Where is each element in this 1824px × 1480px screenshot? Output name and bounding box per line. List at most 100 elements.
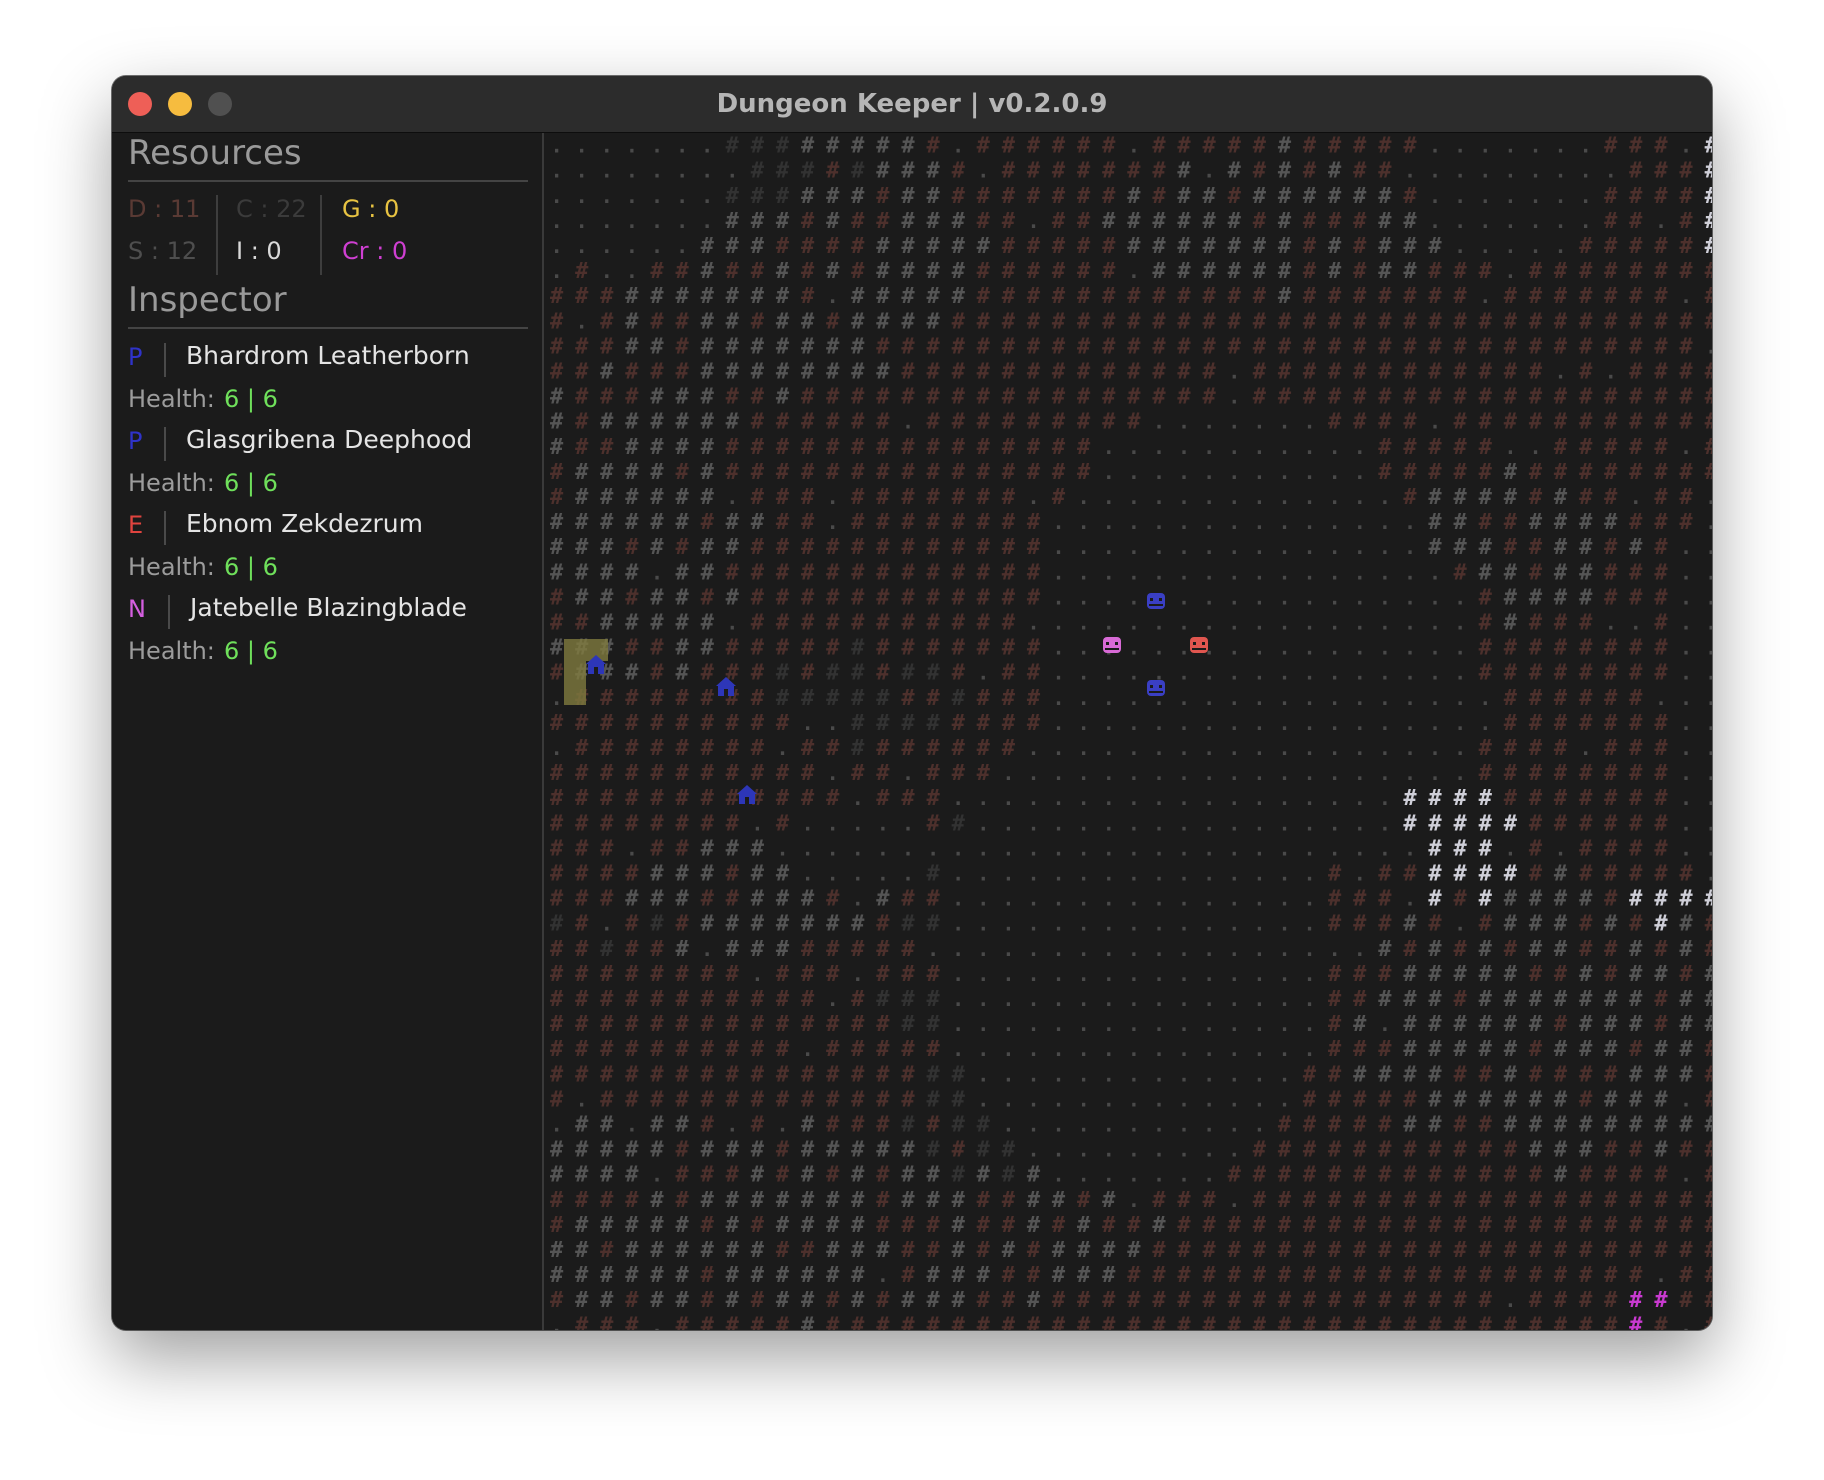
tile-floor[interactable]: .: [601, 912, 613, 936]
tile-dirt[interactable]: #: [1052, 485, 1066, 510]
tile-floor[interactable]: .: [1278, 535, 1290, 559]
tile-dirt[interactable]: #: [1529, 1288, 1543, 1313]
tile-floor[interactable]: .: [576, 184, 588, 208]
tile-floor[interactable]: .: [1203, 887, 1215, 911]
tile-dirt[interactable]: #: [1002, 1263, 1016, 1288]
tile-stone[interactable]: #: [901, 184, 915, 209]
tile-stone[interactable]: #: [1403, 962, 1417, 987]
tile-stone[interactable]: #: [1529, 585, 1543, 610]
tile-dirt[interactable]: #: [901, 1263, 915, 1288]
tile-dirt[interactable]: #: [1353, 1263, 1367, 1288]
tile-stone[interactable]: #: [701, 1238, 715, 1263]
tile-floor[interactable]: .: [626, 259, 638, 283]
tile-floor[interactable]: .: [1178, 836, 1190, 860]
tile-iron[interactable]: #: [1705, 134, 1712, 159]
tile-dirt[interactable]: #: [1504, 1263, 1518, 1288]
tile-stone[interactable]: #: [726, 1263, 740, 1288]
tile-floor[interactable]: .: [1278, 937, 1290, 961]
tile-floor[interactable]: .: [1002, 1037, 1014, 1061]
tile-stone[interactable]: #: [751, 1238, 765, 1263]
tile-dirt[interactable]: #: [1403, 410, 1417, 435]
tile-floor[interactable]: .: [1253, 862, 1265, 886]
tile-floor[interactable]: .: [1303, 912, 1315, 936]
tile-stone[interactable]: #: [550, 1238, 564, 1263]
tile-floor[interactable]: .: [1705, 862, 1712, 886]
tile-dirt[interactable]: #: [1604, 1138, 1618, 1163]
tile-floor[interactable]: .: [1103, 1163, 1115, 1187]
tile-dirt[interactable]: #: [1152, 284, 1166, 309]
tile-coal[interactable]: #: [926, 1138, 940, 1163]
tile-floor[interactable]: .: [1128, 585, 1140, 609]
tile-stone[interactable]: #: [675, 636, 689, 661]
tile-stone[interactable]: #: [650, 1263, 664, 1288]
tile-floor[interactable]: .: [1027, 1062, 1039, 1086]
tile-dirt[interactable]: #: [1428, 1313, 1442, 1330]
tile-stone[interactable]: #: [1604, 987, 1618, 1012]
tile-dirt[interactable]: #: [1253, 1213, 1267, 1238]
tile-dirt[interactable]: #: [1052, 435, 1066, 460]
tile-floor[interactable]: .: [1128, 435, 1140, 459]
tile-stone[interactable]: #: [901, 309, 915, 334]
tile-stone[interactable]: #: [675, 585, 689, 610]
tile-dirt[interactable]: #: [1077, 259, 1091, 284]
tile-dirt[interactable]: #: [851, 937, 865, 962]
tile-floor[interactable]: .: [1253, 560, 1265, 584]
tile-stone[interactable]: #: [625, 1213, 639, 1238]
tile-dirt[interactable]: #: [1529, 334, 1543, 359]
tile-stone[interactable]: #: [1479, 987, 1493, 1012]
tile-floor[interactable]: .: [1052, 786, 1064, 810]
tile-coal[interactable]: #: [952, 1087, 966, 1112]
tile-dirt[interactable]: #: [1504, 410, 1518, 435]
tile-dirt[interactable]: #: [1353, 385, 1367, 410]
tile-dirt[interactable]: #: [1228, 1238, 1242, 1263]
tile-floor[interactable]: .: [726, 485, 738, 509]
tile-dirt[interactable]: #: [1629, 636, 1643, 661]
tile-dirt[interactable]: #: [1579, 1087, 1593, 1112]
tile-floor[interactable]: .: [977, 1062, 989, 1086]
tile-floor[interactable]: .: [1680, 836, 1692, 860]
tile-stone[interactable]: #: [1579, 510, 1593, 535]
tile-dirt[interactable]: #: [550, 1188, 564, 1213]
tile-dirt[interactable]: #: [977, 510, 991, 535]
tile-dirt[interactable]: #: [550, 1213, 564, 1238]
tile-stone[interactable]: #: [926, 284, 940, 309]
tile-stone[interactable]: #: [926, 1263, 940, 1288]
tile-floor[interactable]: .: [1253, 937, 1265, 961]
tile-dirt[interactable]: #: [751, 1213, 765, 1238]
tile-dirt[interactable]: #: [1202, 1288, 1216, 1313]
tile-dirt[interactable]: #: [1604, 761, 1618, 786]
tile-floor[interactable]: .: [1379, 811, 1391, 835]
tile-floor[interactable]: .: [1178, 811, 1190, 835]
tile-stone[interactable]: #: [1403, 234, 1417, 259]
tile-stone[interactable]: #: [901, 284, 915, 309]
tile-stone[interactable]: #: [650, 284, 664, 309]
tile-stone[interactable]: #: [851, 1213, 865, 1238]
tile-dirt[interactable]: #: [1027, 134, 1041, 159]
tile-floor[interactable]: .: [1680, 636, 1692, 660]
tile-dirt[interactable]: #: [600, 836, 614, 861]
tile-dirt[interactable]: #: [1127, 1263, 1141, 1288]
tile-floor[interactable]: .: [1404, 535, 1416, 559]
tile-dirt[interactable]: #: [1579, 611, 1593, 636]
tile-dirt[interactable]: #: [1403, 460, 1417, 485]
tile-dirt[interactable]: #: [776, 1138, 790, 1163]
tile-dirt[interactable]: #: [675, 1163, 689, 1188]
tile-floor[interactable]: .: [1278, 636, 1290, 660]
tile-dirt[interactable]: #: [1002, 334, 1016, 359]
tile-stone[interactable]: #: [1629, 1113, 1643, 1138]
tile-dirt[interactable]: #: [1102, 159, 1116, 184]
tile-dirt[interactable]: #: [726, 1313, 740, 1330]
tile-dirt[interactable]: #: [1629, 510, 1643, 535]
tile-floor[interactable]: .: [1027, 1012, 1039, 1036]
tile-dirt[interactable]: #: [1579, 711, 1593, 736]
tile-floor[interactable]: .: [1052, 1012, 1064, 1036]
tile-stone[interactable]: #: [801, 360, 815, 385]
tile-dirt[interactable]: #: [1529, 1163, 1543, 1188]
tile-dirt[interactable]: #: [1328, 1288, 1342, 1313]
tile-dirt[interactable]: #: [575, 811, 589, 836]
tile-dirt[interactable]: #: [826, 585, 840, 610]
tile-dirt[interactable]: #: [726, 560, 740, 585]
tile-floor[interactable]: .: [626, 836, 638, 860]
tile-floor[interactable]: .: [1178, 1012, 1190, 1036]
tile-stone[interactable]: #: [701, 309, 715, 334]
